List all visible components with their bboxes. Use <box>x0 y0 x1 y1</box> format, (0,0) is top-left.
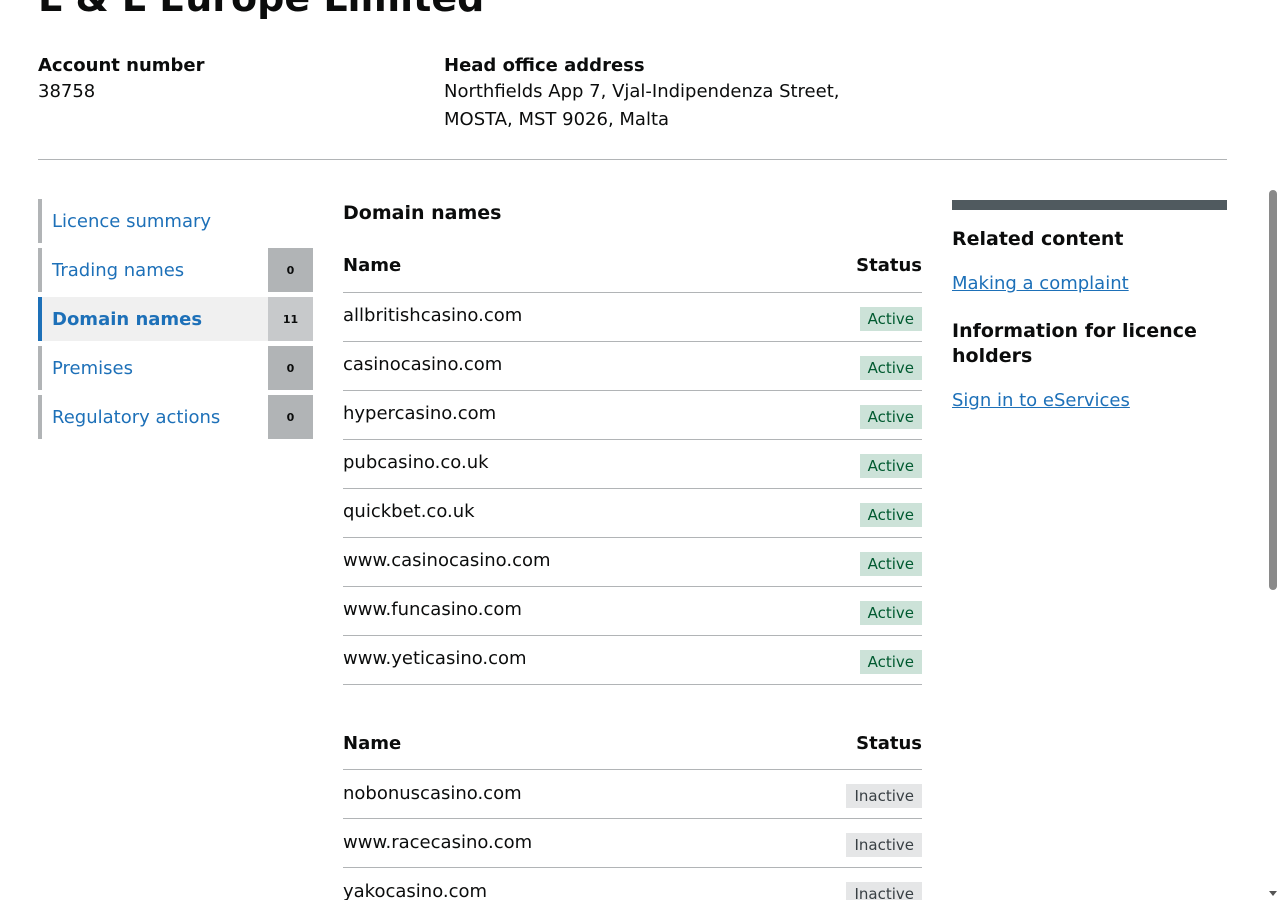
active-domains-table: Name Status allbritishcasino.com Active … <box>343 251 922 685</box>
scrollbar-thumb[interactable] <box>1269 190 1277 590</box>
domain-name: www.funcasino.com <box>343 586 783 636</box>
licence-holders-heading: Information for licence holders <box>952 320 1197 367</box>
sidebar-item-label: Regulatory actions <box>52 406 221 428</box>
domain-name: yakocasino.com <box>343 867 757 900</box>
domain-names-section: Domain names Name Status allbritishcasin… <box>343 199 922 900</box>
sidebar-item-label: Trading names <box>52 259 185 281</box>
domain-name: quickbet.co.uk <box>343 488 783 538</box>
column-header-status: Status <box>756 728 922 770</box>
section-divider <box>38 159 1227 160</box>
account-number-block: Account number 38758 <box>38 54 418 106</box>
column-header-status: Status <box>782 251 922 293</box>
status-badge: Active <box>859 551 922 576</box>
status-badge: Active <box>859 355 922 380</box>
sidebar-item-regulatory-actions[interactable]: Regulatory actions 0 <box>38 395 313 439</box>
related-content-heading: Related content <box>952 228 1124 250</box>
head-office-address-block: Head office address Northfields App 7, V… <box>444 54 864 134</box>
domain-name: hypercasino.com <box>343 390 783 440</box>
account-number-value: 38758 <box>38 81 96 102</box>
table-spacer <box>343 685 922 729</box>
status-badge: Inactive <box>846 833 922 857</box>
count-badge: 0 <box>268 248 313 292</box>
side-navigation: Licence summary Trading names 0 Domain n… <box>38 199 313 444</box>
domain-name: nobonuscasino.com <box>343 769 757 819</box>
table-row: allbritishcasino.com Active <box>343 292 922 342</box>
status-badge: Inactive <box>846 784 922 808</box>
table-row: www.yeticasino.com Active <box>343 635 922 685</box>
table-header-row: Name Status <box>343 251 922 293</box>
table-row: hypercasino.com Active <box>343 390 922 440</box>
domain-name: www.yeticasino.com <box>343 635 783 685</box>
sidebar-item-trading-names[interactable]: Trading names 0 <box>38 248 313 292</box>
domain-name: casinocasino.com <box>343 341 783 391</box>
status-badge: Active <box>859 502 922 527</box>
vertical-scrollbar[interactable] <box>1265 0 1280 900</box>
sidebar-item-label: Premises <box>52 357 133 379</box>
sign-in-eservices-link[interactable]: Sign in to eServices <box>952 389 1130 413</box>
domain-name: www.casinocasino.com <box>343 537 783 587</box>
account-number-label: Account number <box>38 55 205 76</box>
status-badge: Active <box>859 453 922 478</box>
table-row: www.racecasino.com Inactive <box>343 818 922 868</box>
status-badge: Inactive <box>846 882 922 900</box>
table-header-row: Name Status <box>343 728 922 770</box>
table-row: casinocasino.com Active <box>343 341 922 391</box>
page-title: L & L Europe Limited <box>38 0 484 20</box>
inactive-domains-table: Name Status nobonuscasino.com Inactive w… <box>343 728 922 900</box>
address-line-2: MOSTA, MST 9026, Malta <box>444 109 670 130</box>
section-heading: Domain names <box>343 202 502 224</box>
address-line-1: Northfields App 7, Vjal-Indipendenza Str… <box>444 81 840 102</box>
scroll-down-arrow-icon[interactable] <box>1269 891 1277 896</box>
count-badge: 0 <box>268 346 313 390</box>
sidebar-item-label: Domain names <box>52 308 203 330</box>
sidebar-item-label: Licence summary <box>52 210 212 232</box>
status-badge: Active <box>859 600 922 625</box>
head-office-address-label: Head office address <box>444 55 645 76</box>
making-a-complaint-link[interactable]: Making a complaint <box>952 272 1129 296</box>
status-badge: Active <box>859 404 922 429</box>
sidebar-item-licence-summary[interactable]: Licence summary <box>38 199 313 243</box>
status-badge: Active <box>859 306 922 331</box>
count-badge: 11 <box>268 297 313 341</box>
domain-name: allbritishcasino.com <box>343 292 783 342</box>
related-content-panel: Related content Making a complaint Infor… <box>952 200 1227 413</box>
column-header-name: Name <box>343 251 783 293</box>
count-badge: 0 <box>268 395 313 439</box>
table-row: www.casinocasino.com Active <box>343 537 922 587</box>
table-row: www.funcasino.com Active <box>343 586 922 636</box>
domain-name: www.racecasino.com <box>343 818 757 868</box>
sidebar-item-premises[interactable]: Premises 0 <box>38 346 313 390</box>
related-top-bar <box>952 200 1227 210</box>
domain-name: pubcasino.co.uk <box>343 439 783 489</box>
table-row: nobonuscasino.com Inactive <box>343 769 922 819</box>
sidebar-item-domain-names[interactable]: Domain names 11 <box>38 297 313 341</box>
table-row: yakocasino.com Inactive <box>343 867 922 900</box>
status-badge: Active <box>859 649 922 674</box>
column-header-name: Name <box>343 728 757 770</box>
table-row: pubcasino.co.uk Active <box>343 439 922 489</box>
table-row: quickbet.co.uk Active <box>343 488 922 538</box>
